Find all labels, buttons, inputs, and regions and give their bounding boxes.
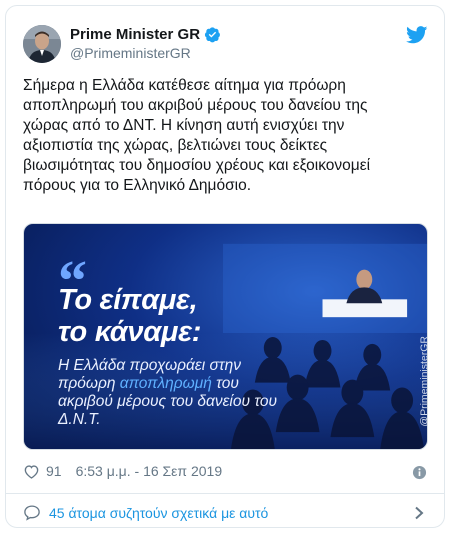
like-count[interactable]: 91: [46, 463, 62, 479]
media-watermark: @PrimeministerGR: [419, 336, 428, 427]
tweet-meta: 91 6:53 μ.μ. - 16 Σεπ 2019: [23, 463, 222, 479]
author-handle[interactable]: @PrimeministerGR: [70, 45, 191, 61]
display-name[interactable]: Prime Minister GR: [70, 26, 200, 43]
verified-badge-icon: [204, 27, 220, 43]
chevron-right-icon[interactable]: [414, 506, 424, 520]
conversation-label[interactable]: 45 άτομα συζητούν σχετικά με αυτό: [49, 505, 268, 521]
speech-bubble-icon: [24, 505, 40, 521]
tweet-media-image[interactable]: “ Το είπαμε, το κάναμε: Η Ελλάδα προχωρά…: [23, 223, 428, 450]
media-sub-accent: αποπληρωμή: [119, 375, 212, 392]
timestamp[interactable]: 6:53 μ.μ. - 16 Σεπ 2019: [76, 463, 223, 479]
conversation-link[interactable]: 45 άτομα συζητούν σχετικά με αυτό: [23, 504, 268, 521]
media-subline: Η Ελλάδα προχωράει στην πρόωρη αποπληρωμ…: [58, 357, 288, 429]
tweet-card: Prime Minister GR @PrimeministerGR Σήμερ…: [5, 5, 445, 528]
twitter-bird-icon[interactable]: [406, 26, 428, 44]
heart-icon[interactable]: [23, 464, 40, 479]
info-icon[interactable]: [412, 465, 427, 480]
divider: [6, 493, 444, 494]
author-name-row[interactable]: Prime Minister GR: [70, 26, 221, 43]
media-headline: Το είπαμε, το κάναμε:: [58, 284, 202, 348]
avatar[interactable]: [23, 25, 61, 63]
tweet-text: Σήμερα η Ελλάδα κατέθεσε αίτημα για πρόω…: [23, 77, 371, 194]
